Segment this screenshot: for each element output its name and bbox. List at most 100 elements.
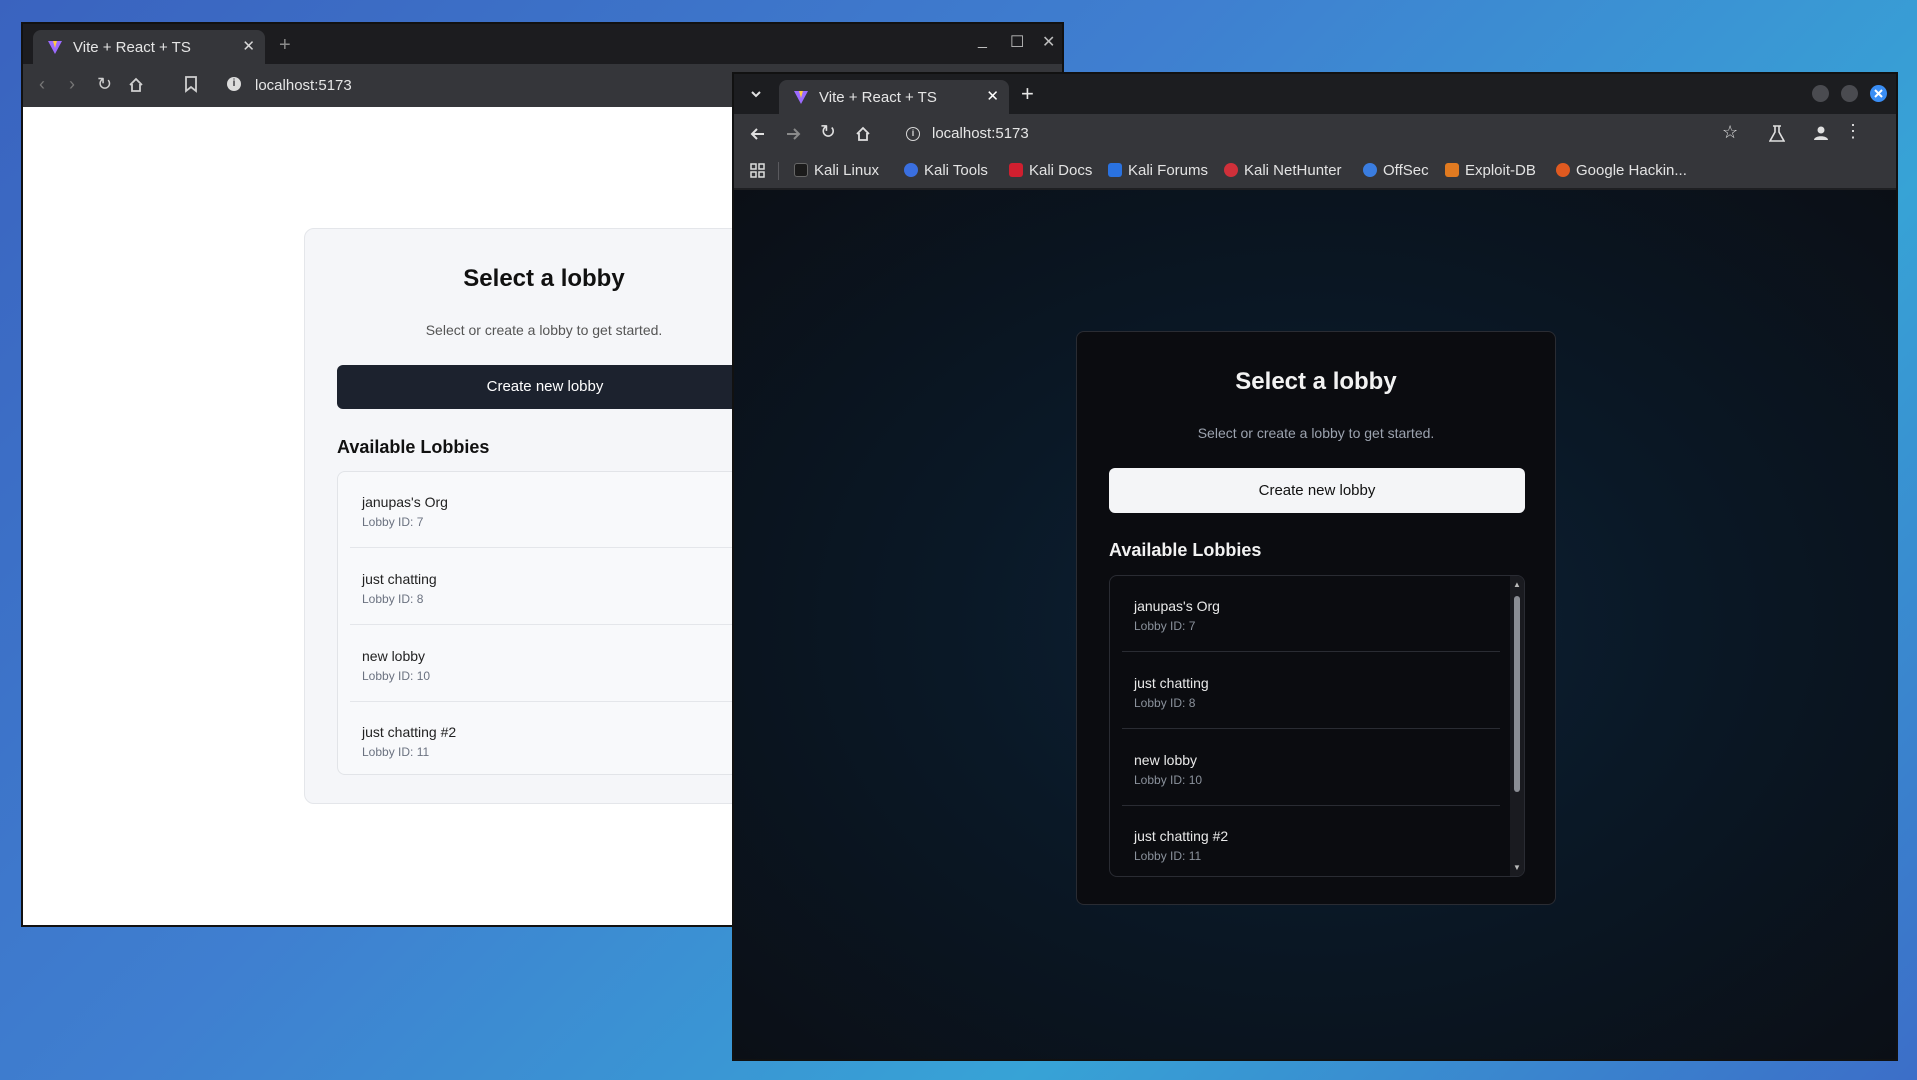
back-arrow-icon[interactable]: ‹ (39, 74, 45, 95)
lobby-id: Lobby ID: 11 (1134, 849, 1202, 863)
browser-window-front: Vite + React + TS ✕ + ↻ i localhost:5173… (732, 72, 1898, 1061)
lobby-name: just chatting (362, 571, 437, 587)
bookmark-label: Kali NetHunter (1244, 162, 1342, 179)
page-title: Select a lobby (463, 265, 625, 292)
bookmark-kali-nethunter[interactable]: Kali NetHunter (1224, 162, 1342, 179)
available-lobbies-heading: Available Lobbies (1109, 540, 1262, 560)
bookmark-label: Kali Docs (1029, 162, 1093, 179)
home-icon[interactable] (128, 77, 144, 93)
forward-arrow-icon[interactable]: › (69, 74, 75, 95)
more-menu-icon[interactable]: ⋮ (1844, 121, 1862, 142)
page-subtitle: Select or create a lobby to get started. (1197, 425, 1435, 441)
tab-close-icon[interactable]: ✕ (986, 87, 999, 105)
bookmark-kali-docs[interactable]: Kali Docs (1009, 162, 1092, 179)
bookmark-label: Kali Forums (1128, 162, 1209, 179)
lobby-card: Select a lobby Select or create a lobby … (1076, 331, 1556, 905)
lobby-item[interactable]: new lobby Lobby ID: 10 (1122, 730, 1500, 806)
minimize-button[interactable] (1812, 85, 1829, 102)
kali-forums-icon (1108, 163, 1122, 177)
bookmark-kali-tools[interactable]: Kali Tools (904, 162, 988, 179)
reload-icon[interactable]: ↻ (97, 74, 112, 95)
bookmark-label: OffSec (1383, 162, 1429, 179)
kali-tools-icon (904, 163, 918, 177)
new-tab-button[interactable]: + (279, 34, 291, 57)
lobby-name: new lobby (1134, 752, 1198, 768)
address-bar[interactable]: localhost:5173 (932, 125, 1029, 142)
labs-flask-icon[interactable] (1769, 125, 1785, 143)
tab-bar: Vite + React + TS ✕ + _ ☐ ✕ (23, 24, 1062, 64)
bookmark-label: Exploit-DB (1465, 162, 1536, 179)
maximize-button[interactable] (1841, 85, 1858, 102)
forward-arrow-icon[interactable] (785, 126, 801, 142)
site-info-icon[interactable]: i (227, 77, 241, 91)
page-subtitle: Select or create a lobby to get started. (425, 322, 663, 338)
google-hacking-icon (1556, 163, 1570, 177)
star-bookmark-icon[interactable]: ☆ (1722, 122, 1738, 143)
vite-icon (48, 41, 62, 54)
page-content: Select a lobby Select or create a lobby … (734, 190, 1896, 1059)
lobby-item[interactable]: janupas's Org Lobby ID: 7 (1122, 576, 1500, 652)
vite-icon (794, 91, 808, 104)
reload-icon[interactable]: ↻ (820, 121, 836, 144)
minimize-button[interactable]: _ (978, 32, 987, 50)
bookmark-label: Kali Tools (924, 162, 988, 179)
bookmark-kali-linux[interactable]: Kali Linux (794, 162, 879, 179)
scrollbar[interactable]: ▲ ▼ (1510, 576, 1524, 876)
site-info-icon[interactable]: i (906, 127, 920, 141)
bookmark-kali-forums[interactable]: Kali Forums (1108, 162, 1208, 179)
lobby-name: janupas's Org (1134, 598, 1220, 614)
nethunter-icon (1224, 163, 1238, 177)
create-lobby-button[interactable]: Create new lobby (337, 365, 753, 409)
profile-icon[interactable] (1813, 125, 1829, 141)
maximize-button[interactable]: ☐ (1010, 32, 1024, 52)
lobby-id: Lobby ID: 10 (1134, 773, 1203, 787)
bookmark-google-hacking[interactable]: Google Hackin... (1556, 162, 1687, 179)
bookmark-label: Google Hackin... (1576, 162, 1687, 179)
bookmark-icon[interactable] (184, 76, 198, 93)
tab-vite-react[interactable]: Vite + React + TS ✕ (33, 30, 265, 64)
kali-docs-icon (1009, 163, 1023, 177)
create-lobby-button[interactable]: Create new lobby (1109, 468, 1525, 513)
lobby-id: Lobby ID: 7 (362, 515, 424, 529)
lobby-name: just chatting #2 (1134, 828, 1229, 844)
lobby-name: just chatting #2 (362, 724, 457, 740)
lobby-item[interactable]: janupas's Org Lobby ID: 7 (350, 472, 740, 548)
scrollbar-thumb[interactable] (1514, 596, 1520, 792)
page-title: Select a lobby (1235, 368, 1397, 395)
tab-vite-react[interactable]: Vite + React + TS ✕ (779, 80, 1009, 114)
lobby-id: Lobby ID: 11 (362, 745, 430, 759)
new-tab-button[interactable]: + (1021, 81, 1034, 107)
lobby-item[interactable]: just chatting Lobby ID: 8 (1122, 653, 1500, 729)
close-window-button[interactable]: ✕ (1042, 32, 1055, 52)
scroll-up-icon[interactable]: ▲ (1513, 580, 1521, 589)
bookmark-exploit-db[interactable]: Exploit-DB (1445, 162, 1536, 179)
lobby-item[interactable]: new lobby Lobby ID: 10 (350, 626, 740, 702)
back-arrow-icon[interactable] (750, 126, 766, 142)
toolbar: ↻ i localhost:5173 ☆ ⋮ (734, 114, 1896, 154)
address-bar[interactable]: localhost:5173 (255, 77, 352, 94)
tab-title: Vite + React + TS (819, 89, 937, 106)
bookmark-offsec[interactable]: OffSec (1363, 162, 1429, 179)
lobby-item[interactable]: just chatting #2 Lobby ID: 11 (350, 702, 740, 774)
tab-close-icon[interactable]: ✕ (242, 37, 255, 55)
bookmarks-bar: Kali Linux Kali Tools Kali Docs Kali For… (734, 154, 1896, 188)
apps-grid-icon[interactable] (750, 163, 765, 178)
lobby-item[interactable]: just chatting #2 Lobby ID: 11 (1122, 806, 1500, 876)
kali-dragon-icon (794, 163, 808, 177)
tab-bar: Vite + React + TS ✕ + (734, 74, 1896, 114)
lobby-list: janupas's Org Lobby ID: 7 just chatting … (337, 471, 753, 775)
exploit-db-icon (1445, 163, 1459, 177)
lobby-card: Select a lobby Select or create a lobby … (304, 228, 784, 804)
available-lobbies-heading: Available Lobbies (337, 437, 490, 457)
lobby-id: Lobby ID: 7 (1134, 619, 1196, 633)
tab-title: Vite + React + TS (73, 39, 191, 56)
tab-search-chevron-icon[interactable] (750, 88, 762, 100)
lobby-item[interactable]: just chatting Lobby ID: 8 (350, 549, 740, 625)
scroll-down-icon[interactable]: ▼ (1513, 863, 1521, 872)
lobby-id: Lobby ID: 10 (362, 669, 431, 683)
home-icon[interactable] (855, 126, 871, 142)
offsec-icon (1363, 163, 1377, 177)
bookmark-label: Kali Linux (814, 162, 880, 179)
close-window-button[interactable] (1870, 85, 1887, 102)
lobby-list: janupas's Org Lobby ID: 7 just chatting … (1109, 575, 1525, 877)
